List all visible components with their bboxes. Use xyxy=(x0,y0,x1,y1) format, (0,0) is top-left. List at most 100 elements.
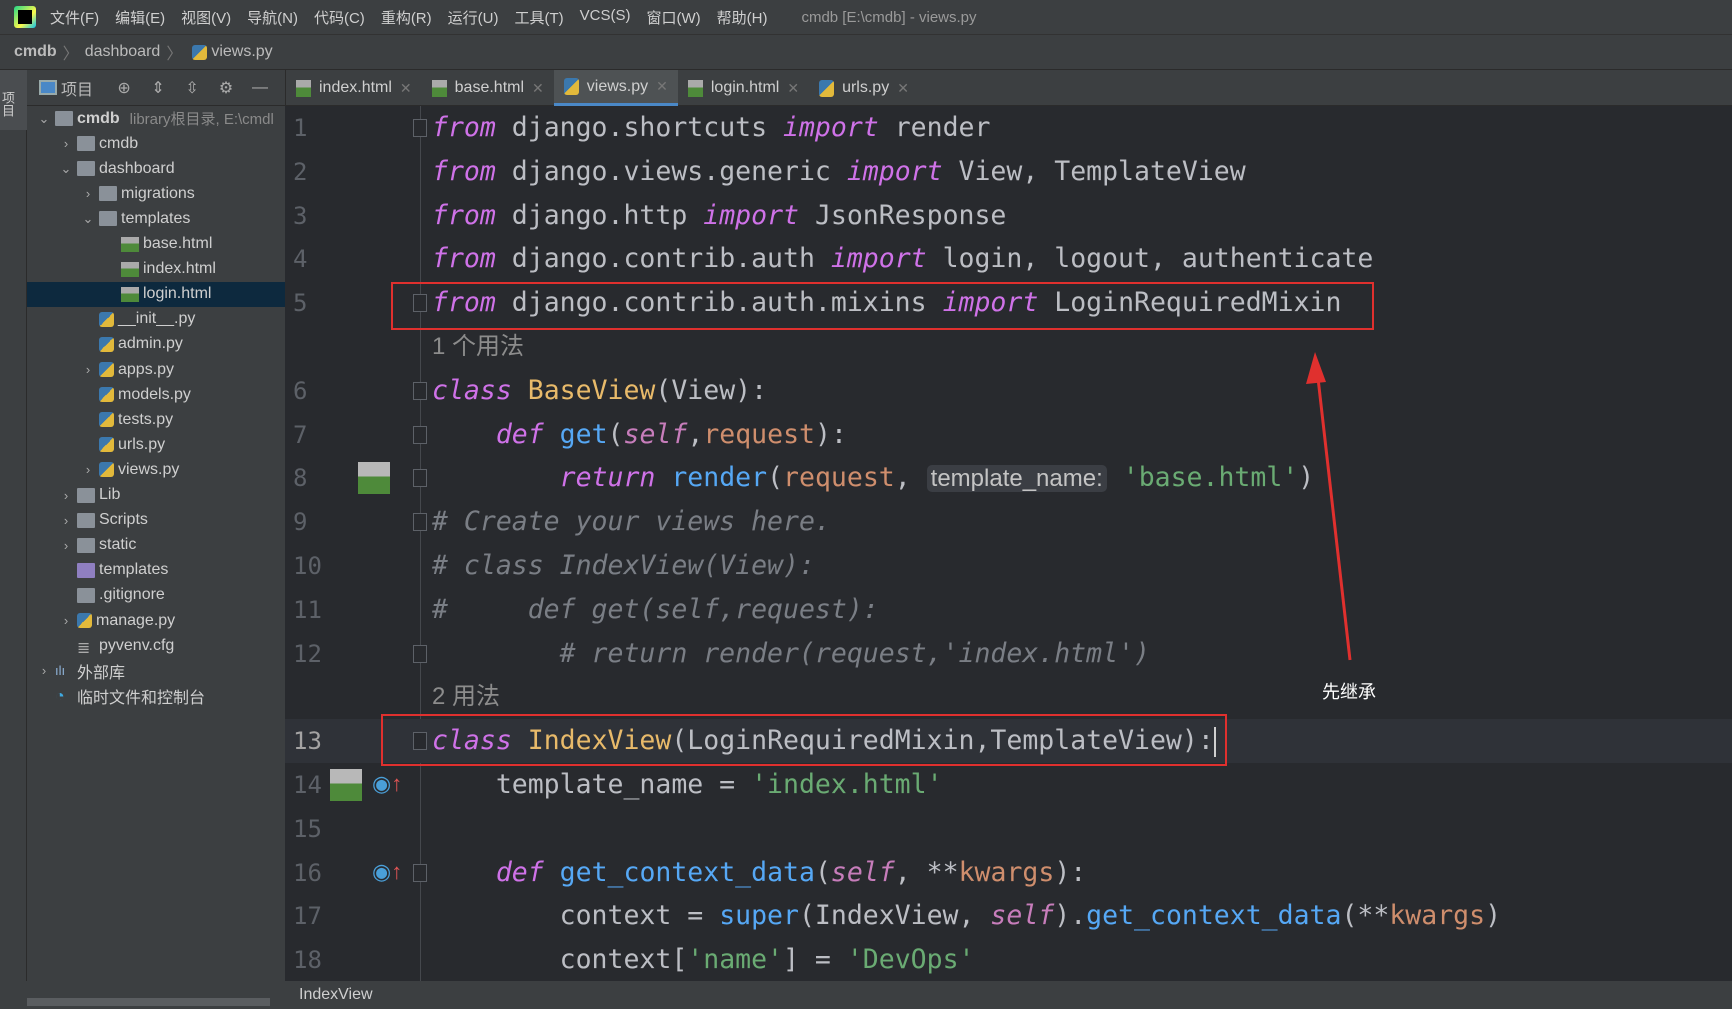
chevron-right-icon[interactable]: › xyxy=(59,513,73,528)
code-token: 'DevOps' xyxy=(846,944,975,976)
tree-item[interactable]: admin.py xyxy=(27,332,285,357)
gear-icon[interactable]: ⚙ xyxy=(215,78,237,98)
code-token: import xyxy=(703,199,799,231)
tree-item[interactable]: urls.py xyxy=(27,432,285,457)
python-file-icon xyxy=(99,387,114,403)
tree-item[interactable]: index.html xyxy=(27,257,285,282)
code-token: ). xyxy=(1054,900,1087,932)
chevron-right-icon[interactable]: › xyxy=(59,136,73,151)
tree-item[interactable]: ≣ pyvenv.cfg xyxy=(27,633,285,658)
chevron-down-icon[interactable]: ⌄ xyxy=(59,161,73,177)
python-file-icon xyxy=(192,44,208,60)
tree-item[interactable]: › manage.py xyxy=(27,608,285,633)
menu-item[interactable]: 代码(C) xyxy=(314,7,365,28)
close-tab-icon[interactable]: ✕ xyxy=(656,78,668,95)
tree-item[interactable]: › views.py xyxy=(27,457,285,482)
html-template-gutter-icon[interactable] xyxy=(358,462,390,495)
menu-item[interactable]: 编辑(E) xyxy=(115,7,165,28)
menu-item[interactable]: 窗口(W) xyxy=(646,7,700,28)
tree-item[interactable]: › ılı 外部库 xyxy=(27,658,285,683)
menu-item[interactable]: 视图(V) xyxy=(181,7,231,28)
tree-item[interactable]: ◔ 临时文件和控制台 xyxy=(27,683,285,708)
menu-item[interactable]: 文件(F) xyxy=(50,7,99,28)
breadcrumb-cmdb[interactable]: cmdb xyxy=(14,43,57,61)
breadcrumb-dashboard[interactable]: dashboard xyxy=(85,43,161,61)
tree-item[interactable]: tests.py xyxy=(27,407,285,432)
menu-item[interactable]: 导航(N) xyxy=(247,7,298,28)
menu-item[interactable]: VCS(S) xyxy=(580,7,631,28)
context-indicator[interactable]: IndexView xyxy=(299,986,373,1004)
tree-item[interactable]: › static xyxy=(27,533,285,558)
tab-base-html[interactable]: base.html ✕ xyxy=(422,70,554,106)
code-token: ) xyxy=(1298,462,1315,494)
code-token: class xyxy=(432,374,512,406)
tree-item[interactable]: __init__.py xyxy=(27,307,285,332)
chevron-right-icon[interactable]: › xyxy=(81,462,95,477)
fold-marker-icon[interactable] xyxy=(413,644,427,663)
code-line: 14 ◉↑ template_name = 'index.html' xyxy=(285,763,1732,807)
locate-icon[interactable]: ⊕ xyxy=(113,78,135,98)
fold-marker-icon[interactable] xyxy=(413,513,427,532)
chevron-right-icon[interactable]: › xyxy=(59,488,73,503)
menu-bar: 文件(F) 编辑(E) 视图(V) 导航(N) 代码(C) 重构(R) 运行(U) 工具(T)… xyxy=(0,0,1732,35)
code-token: render xyxy=(671,462,768,494)
tree-item[interactable]: login.html xyxy=(27,281,285,307)
menu-item[interactable]: 帮助(H) xyxy=(717,7,768,28)
menu-item[interactable]: 重构(R) xyxy=(381,7,432,28)
tree-item[interactable]: ⌄ dashboard xyxy=(27,156,285,181)
usage-count-hint[interactable]: 1 个用法 xyxy=(432,325,524,369)
close-tab-icon[interactable]: ✕ xyxy=(400,80,412,97)
tab-urls-py[interactable]: urls.py ✕ xyxy=(809,70,919,106)
tree-item[interactable]: › apps.py xyxy=(27,357,285,382)
override-gutter-icon[interactable]: ◉↑ xyxy=(372,771,402,797)
hide-icon[interactable]: — xyxy=(249,79,271,97)
expand-all-icon[interactable]: ⇕ xyxy=(147,78,169,98)
tree-item[interactable]: › migrations xyxy=(27,181,285,206)
tree-item[interactable]: › cmdb xyxy=(27,131,285,156)
usage-count-hint[interactable]: 2 用法 xyxy=(432,675,500,719)
tree-item[interactable]: base.html xyxy=(27,232,285,257)
tree-item[interactable]: models.py xyxy=(27,382,285,407)
tree-item[interactable]: templates xyxy=(27,558,285,583)
code-token: from xyxy=(432,199,496,231)
chevron-right-icon[interactable]: › xyxy=(37,663,51,678)
fold-marker-icon[interactable] xyxy=(413,119,427,137)
override-gutter-icon[interactable]: ◉↑ xyxy=(372,859,402,885)
fold-marker-icon[interactable] xyxy=(413,469,427,488)
fold-marker-icon[interactable] xyxy=(413,381,427,400)
menu-item[interactable]: 运行(U) xyxy=(448,7,499,28)
collapse-all-icon[interactable]: ⇳ xyxy=(181,78,203,98)
breadcrumb-views-py[interactable]: views.py xyxy=(211,43,272,61)
project-tool-tab[interactable]: 项目 xyxy=(0,70,27,130)
code-token: request xyxy=(703,418,815,450)
code-editor[interactable]: 1 from django.shortcuts import render 2 fro… xyxy=(285,106,1732,981)
tab-index-html[interactable]: index.html ✕ xyxy=(286,70,422,106)
menu-item[interactable]: 工具(T) xyxy=(514,7,563,28)
tree-item[interactable]: › Lib xyxy=(27,483,285,508)
tab-views-py[interactable]: views.py ✕ xyxy=(553,70,678,106)
tree-horizontal-scrollbar[interactable] xyxy=(27,998,270,1006)
tab-login-html[interactable]: login.html ✕ xyxy=(678,70,809,106)
chevron-right-icon[interactable]: › xyxy=(59,613,73,628)
project-panel-title[interactable]: 项目 xyxy=(61,76,93,100)
tab-label: urls.py xyxy=(842,79,890,96)
line-number: 7 xyxy=(293,420,308,449)
html-template-gutter-icon[interactable] xyxy=(330,769,362,801)
tree-item[interactable]: .gitignore xyxy=(27,583,285,608)
tree-item[interactable]: ⌄ templates xyxy=(27,206,285,231)
fold-marker-icon[interactable] xyxy=(413,863,427,882)
project-view-icon xyxy=(39,80,57,95)
chevron-right-icon[interactable]: › xyxy=(81,362,95,377)
chevron-down-icon[interactable]: ⌄ xyxy=(81,211,95,227)
tree-item[interactable]: ⌄ cmdb library根目录, E:\cmdl xyxy=(27,106,285,131)
close-tab-icon[interactable]: ✕ xyxy=(897,80,909,97)
chevron-right-icon[interactable]: › xyxy=(59,538,73,553)
chevron-right-icon[interactable]: › xyxy=(81,186,95,201)
tree-item-label: models.py xyxy=(118,385,191,403)
chevron-down-icon[interactable]: ⌄ xyxy=(37,111,51,127)
tree-item[interactable]: › Scripts xyxy=(27,508,285,533)
close-tab-icon[interactable]: ✕ xyxy=(787,80,799,97)
fold-marker-icon[interactable] xyxy=(413,425,427,444)
close-tab-icon[interactable]: ✕ xyxy=(532,80,544,97)
